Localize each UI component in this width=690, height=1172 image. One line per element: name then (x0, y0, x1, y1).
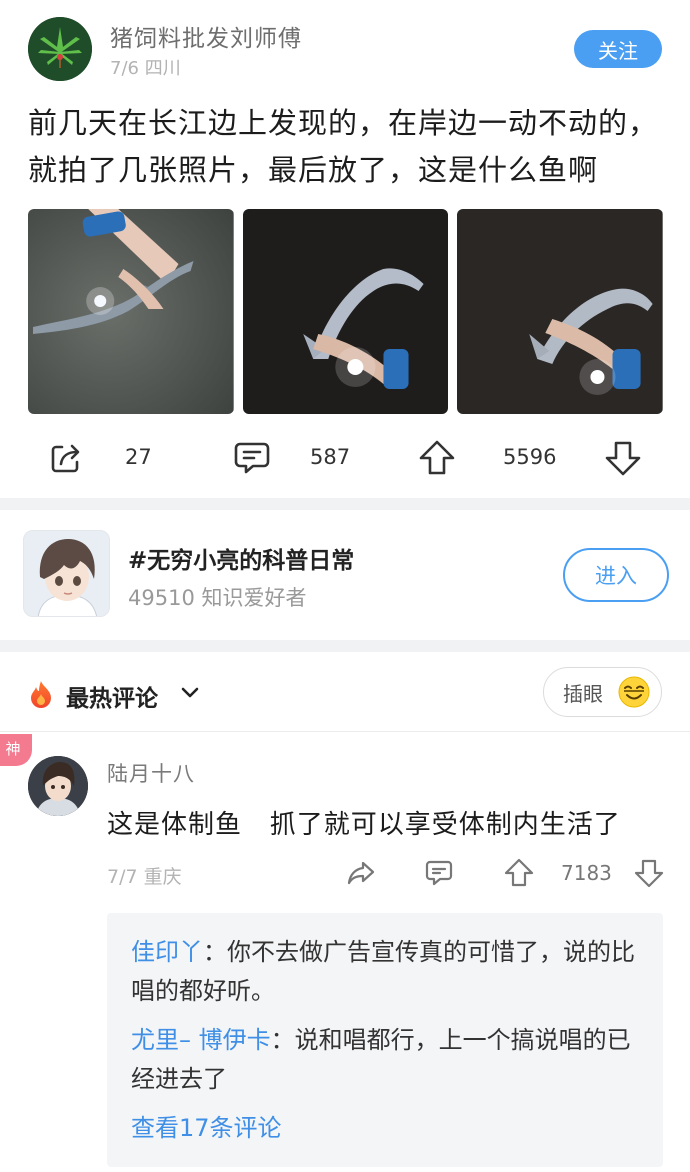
section-divider (0, 640, 690, 652)
upvote-count: 5596 (503, 445, 557, 469)
topic-name[interactable]: #无穷小亮的科普日常 (128, 541, 354, 575)
anime-boy-avatar-image (24, 531, 109, 616)
topic-card[interactable]: #无穷小亮的科普日常 49510 知识爱好者 进入 (0, 510, 690, 640)
comment-location: 重庆 (143, 866, 182, 888)
share-icon (51, 444, 80, 473)
fish-photo-3 (457, 209, 664, 414)
photo-thumbnail[interactable] (242, 209, 449, 414)
upvote-button[interactable] (418, 432, 456, 484)
insert-eye-label: 插眼 (563, 681, 603, 706)
arrow-up-icon (419, 440, 455, 475)
post-card: 猪饲料批发刘师傅 7/6 四川 关注 前几天在长江边上发现的，在岸边一动不动的，… (0, 0, 690, 498)
reply-user[interactable]: 尤里– 博伊卡 (131, 1026, 271, 1054)
fish-photo-2 (242, 209, 449, 414)
post-date: 7/6 (110, 58, 139, 79)
share-button[interactable] (48, 432, 84, 484)
reply-separator: ： (270, 1026, 295, 1054)
reply-item: 尤里– 博伊卡：说和唱都行，上一个搞说唱的已经进去了 (131, 1021, 639, 1099)
enter-button[interactable]: 进入 (563, 548, 669, 602)
downvote-button[interactable] (604, 432, 642, 484)
comment-text: 这是体制鱼 抓了就可以享受体制内生活了 (107, 810, 621, 840)
topic-avatar (23, 530, 110, 617)
post-text: 前几天在长江边上发现的，在岸边一动不动的， 就拍了几张照片，最后放了，这是什么鱼… (28, 100, 668, 194)
commenter-avatar[interactable] (28, 756, 88, 816)
like-arrow-up-icon[interactable] (504, 858, 534, 888)
reply-icon[interactable] (424, 858, 454, 888)
arrow-down-icon (605, 441, 641, 476)
comment-meta: 7/7 重庆 (107, 862, 182, 889)
photo-thumbnail[interactable] (457, 209, 664, 414)
comment-button[interactable] (233, 432, 271, 484)
topic-stat: 49510 知识爱好者 (128, 586, 307, 610)
dislike-arrow-down-icon[interactable] (634, 858, 664, 888)
fish-photo-1 (28, 209, 234, 414)
post-action-bar: 27 587 5596 (0, 432, 690, 484)
hot-comments-title[interactable]: 最热评论 (66, 679, 158, 713)
chevron-down-icon[interactable] (180, 685, 200, 701)
comment-like-count: 7183 (561, 861, 612, 885)
reply-item: 佳印丫：你不去做广告宣传真的可惜了，说的比唱的都好听。 (131, 933, 639, 1011)
reply-user[interactable]: 佳印丫 (131, 938, 203, 966)
post-meta: 7/6 四川 (110, 54, 181, 80)
share-count: 27 (125, 445, 152, 469)
photo-grid (28, 209, 664, 414)
hot-comments-header: 最热评论 插眼 (0, 652, 690, 732)
comment-item: 神 陆月十八 这是体制鱼 抓了就可以享受体制内生活了 7/7 重庆 7183 佳… (0, 732, 690, 1172)
insert-eye-button[interactable]: 插眼 (543, 667, 662, 717)
view-more-replies-link[interactable]: 查看17条评论 (131, 1109, 639, 1148)
commenter-name[interactable]: 陆月十八 (107, 758, 195, 788)
god-comment-badge: 神 (0, 734, 32, 766)
comment-icon (234, 442, 270, 474)
share-arrow-icon[interactable] (346, 858, 376, 888)
reply-preview-box[interactable]: 佳印丫：你不去做广告宣传真的可惜了，说的比唱的都好听。 尤里– 博伊卡：说和唱都… (107, 913, 663, 1167)
comment-date: 7/7 (107, 866, 138, 888)
author-name[interactable]: 猪饲料批发刘师傅 (110, 19, 302, 53)
post-text-line: 前几天在长江边上发现的，在岸边一动不动的， (28, 106, 659, 140)
reply-separator: ： (203, 938, 227, 966)
section-divider (0, 498, 690, 510)
boy-avatar-image (28, 756, 88, 816)
post-text-line: 就拍了几张照片，最后放了，这是什么鱼啊 (28, 153, 599, 187)
smile-emoji-icon (618, 676, 650, 708)
follow-button[interactable]: 关注 (574, 30, 662, 68)
author-avatar[interactable] (28, 17, 92, 81)
photo-thumbnail[interactable] (28, 209, 234, 414)
post-location: 四川 (144, 58, 181, 79)
fire-icon (31, 681, 51, 708)
leaf-avatar-image (28, 17, 92, 81)
comment-count: 587 (310, 445, 351, 469)
